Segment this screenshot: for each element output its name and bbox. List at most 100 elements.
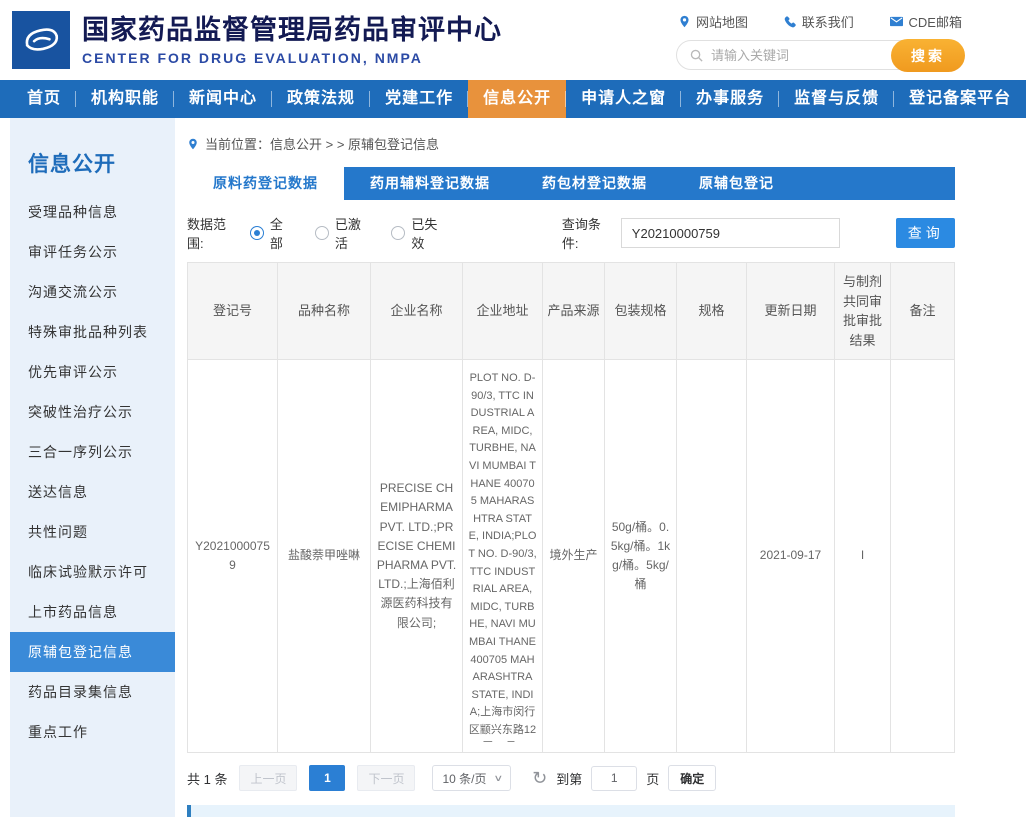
radio-label: 已失效 [411, 214, 444, 252]
main-panel: 当前位置：信息公开 > > 原辅包登记信息 原料药登记数据药用辅料登记数据药包材… [175, 118, 967, 817]
sidebar-item-10[interactable]: 临床试验默示许可 [10, 552, 175, 592]
nav-item-7[interactable]: 申请人之窗 [566, 80, 681, 118]
nav-item-6[interactable]: 信息公开 [468, 80, 566, 118]
cell-content-product_source: 境外生产 [548, 546, 599, 565]
column-header-approval_result: 与制剂共同审批审批结果 [835, 263, 891, 360]
cell-content-reg_no: Y20210000759 [193, 537, 272, 575]
cell-company_name: PRECISE CHEMIPHARMA PVT. LTD.;PRECISE CH… [371, 360, 463, 753]
column-header-company_name: 企业名称 [371, 263, 463, 360]
site-subtitle: CENTER FOR DRUG EVALUATION, NMPA [82, 50, 502, 66]
nav-item-3[interactable]: 新闻中心 [174, 80, 272, 118]
sidebar-item-11[interactable]: 上市药品信息 [10, 592, 175, 632]
cell-remark [891, 360, 955, 753]
sidebar-item-2[interactable]: 审评任务公示 [10, 232, 175, 272]
cell-content-product_name: 盐酸萘甲唑啉 [283, 546, 365, 565]
tab-4[interactable]: 原辅包登记 [673, 167, 800, 200]
sidebar-item-1[interactable]: 受理品种信息 [10, 192, 175, 232]
column-header-package_spec: 包装规格 [605, 263, 677, 360]
nav-item-4[interactable]: 政策法规 [272, 80, 370, 118]
quick-link-mail[interactable]: CDE邮箱 [889, 12, 962, 31]
tab-2[interactable]: 药用辅料登记数据 [344, 167, 516, 200]
radio-circle-icon [315, 226, 329, 240]
next-page-button[interactable]: 下一页 [357, 765, 415, 791]
content-area: 信息公开 受理品种信息审评任务公示沟通交流公示特殊审批品种列表优先审评公示突破性… [0, 118, 1026, 817]
page-number-button[interactable]: 1 [309, 765, 345, 791]
cell-content-update_date: 2021-09-17 [752, 546, 829, 565]
quick-link-sitemap[interactable]: 网站地图 [678, 12, 748, 31]
cell-product_name: 盐酸萘甲唑啉 [278, 360, 371, 753]
sidebar-item-6[interactable]: 突破性治疗公示 [10, 392, 175, 432]
prev-page-button[interactable]: 上一页 [239, 765, 297, 791]
nav-item-5[interactable]: 党建工作 [370, 80, 468, 118]
radio-circle-icon [391, 226, 405, 240]
location-pin-icon [187, 137, 199, 151]
column-header-product_source: 产品来源 [543, 263, 605, 360]
quick-links: 网站地图 联系我们 CDE邮箱 [676, 12, 964, 31]
goto-page-input[interactable] [591, 766, 637, 791]
column-header-spec: 规格 [677, 263, 747, 360]
nav-item-8[interactable]: 办事服务 [681, 80, 779, 118]
column-header-remark: 备注 [891, 263, 955, 360]
table-row-1: Y20210000759 盐酸萘甲唑啉 PRECISE CHEMIPHARMA PV… [188, 360, 955, 753]
sidebar-item-5[interactable]: 优先审评公示 [10, 352, 175, 392]
cde-logo-swoosh-icon [18, 17, 64, 63]
column-header-product_name: 品种名称 [278, 263, 371, 360]
search-icon [689, 48, 704, 63]
tab-bar: 原料药登记数据药用辅料登记数据药包材登记数据原辅包登记 [187, 167, 955, 200]
total-count: 共 1 条 [187, 769, 227, 788]
sidebar-item-13[interactable]: 药品目录集信息 [10, 672, 175, 712]
envelope-icon [889, 15, 904, 28]
query-button[interactable]: 查询 [896, 218, 955, 248]
scope-radio-2[interactable]: 已激活 [315, 214, 368, 252]
nav-item-9[interactable]: 监督与反馈 [779, 80, 894, 118]
sidebar-menu: 受理品种信息审评任务公示沟通交流公示特殊审批品种列表优先审评公示突破性治疗公示三… [10, 192, 175, 752]
phone-icon [783, 15, 797, 29]
quick-link-label: 联系我们 [802, 12, 854, 31]
confirm-button[interactable]: 确定 [668, 765, 716, 791]
breadcrumb: 当前位置：信息公开 > > 原辅包登记信息 [187, 134, 955, 153]
cell-product_source: 境外生产 [543, 360, 605, 753]
scope-radio-3[interactable]: 已失效 [391, 214, 444, 252]
search-button[interactable]: 搜索 [891, 39, 965, 72]
sidebar-item-4[interactable]: 特殊审批品种列表 [10, 312, 175, 352]
page-size-value: 10 条/页 [442, 770, 486, 787]
site-header: 国家药品监督管理局药品审评中心 CENTER FOR DRUG EVALUATI… [0, 0, 1026, 80]
tab-3[interactable]: 药包材登记数据 [516, 167, 673, 200]
query-input[interactable] [621, 218, 841, 248]
header-right: 网站地图 联系我们 CDE邮箱 搜索 [676, 10, 964, 70]
radio-circle-icon [250, 226, 264, 240]
tab-1[interactable]: 原料药登记数据 [187, 167, 344, 200]
quick-link-contact[interactable]: 联系我们 [783, 12, 854, 31]
results-table: 登记号品种名称企业名称企业地址产品来源包装规格规格更新日期与制剂共同审批审批结果… [187, 262, 955, 753]
sidebar-item-12[interactable]: 原辅包登记信息 [10, 632, 175, 672]
main-nav: 首页机构职能新闻中心政策法规党建工作信息公开申请人之窗办事服务监督与反馈登记备案… [0, 80, 1026, 118]
column-header-company_address: 企业地址 [463, 263, 543, 360]
radio-label: 全部 [270, 214, 291, 252]
sidebar-item-8[interactable]: 送达信息 [10, 472, 175, 512]
quick-link-label: CDE邮箱 [909, 12, 962, 31]
site-title: 国家药品监督管理局药品审评中心 [82, 14, 502, 48]
scope-radio-1[interactable]: 全部 [250, 214, 291, 252]
refresh-icon[interactable]: ↻ [532, 769, 547, 787]
query-label: 查询条件: [562, 214, 613, 252]
sidebar-item-3[interactable]: 沟通交流公示 [10, 272, 175, 312]
sidebar-item-7[interactable]: 三合一序列公示 [10, 432, 175, 472]
sidebar-item-14[interactable]: 重点工作 [10, 712, 175, 752]
sidebar-title: 信息公开 [10, 140, 175, 192]
page-size-select[interactable]: 10 条/页 ∨ [432, 765, 511, 791]
nav-item-2[interactable]: 机构职能 [76, 80, 174, 118]
chevron-down-icon: ∨ [493, 773, 503, 784]
pagination: 共 1 条 上一页 1 下一页 10 条/页 ∨ ↻ 到第 页 确定 [187, 765, 955, 791]
goto-label: 到第 [556, 769, 582, 788]
cell-package_spec: 50g/桶。0.5kg/桶。1kg/桶。5kg/桶 [605, 360, 677, 753]
radio-label: 已激活 [335, 214, 368, 252]
nav-item-1[interactable]: 首页 [12, 80, 76, 118]
cell-content-approval_result: I [840, 546, 885, 565]
search-input[interactable] [711, 48, 889, 63]
cell-content-company_address: PLOT NO. D-90/3, TTC INDUSTRIAL AREA, MI… [468, 370, 537, 742]
cde-logo[interactable] [12, 11, 70, 69]
nav-item-10[interactable]: 登记备案平台 [894, 80, 1026, 118]
sidebar-item-9[interactable]: 共性问题 [10, 512, 175, 552]
note-box: 注： “与制剂共同审评审批结果” 释义： 符号 代表含义 A已批准在上市制剂使用… [187, 805, 955, 817]
location-pin-icon [678, 14, 691, 29]
